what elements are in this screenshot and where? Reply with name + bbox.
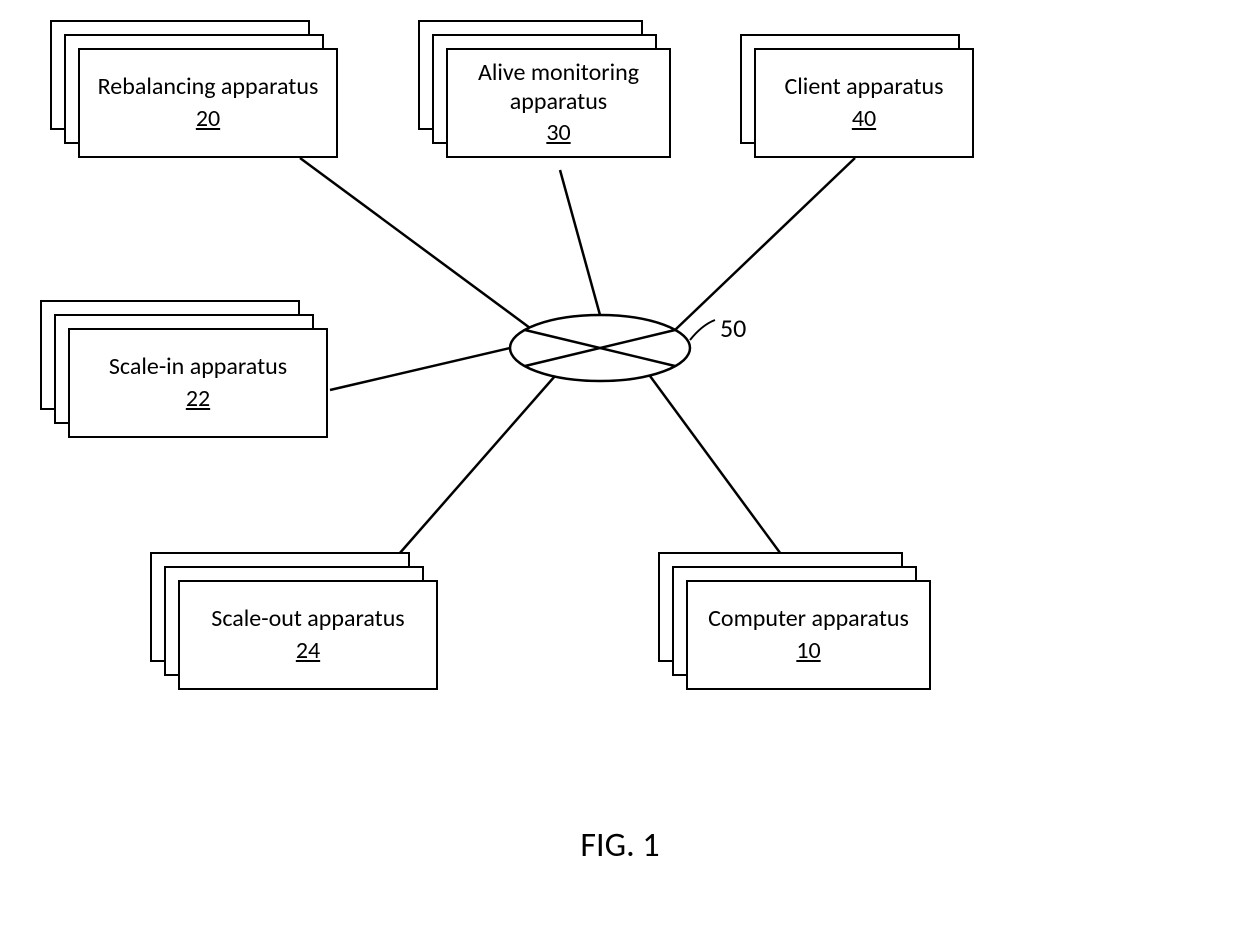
figure-caption: FIG. 1 xyxy=(580,825,659,866)
box-label: Alive monitoring apparatus xyxy=(448,59,669,117)
rebalancing-box: Rebalancing apparatus 20 xyxy=(78,48,338,158)
box-ref: 22 xyxy=(186,384,210,413)
box-label: Scale-out apparatus xyxy=(211,605,404,634)
diagram-container: Rebalancing apparatus 20 Alive monitorin… xyxy=(0,0,1240,926)
client-box: Client apparatus 40 xyxy=(754,48,974,158)
box-label: Rebalancing apparatus xyxy=(98,73,319,102)
computer-box: Computer apparatus 10 xyxy=(686,580,931,690)
box-ref: 10 xyxy=(796,636,820,665)
hub-reference-label: 50 xyxy=(720,312,746,344)
alive-monitoring-box: Alive monitoring apparatus 30 xyxy=(446,48,671,158)
box-ref: 20 xyxy=(196,104,220,133)
box-label: Client apparatus xyxy=(785,73,944,102)
scale-out-box: Scale-out apparatus 24 xyxy=(178,580,438,690)
box-label: Computer apparatus xyxy=(708,605,909,634)
box-label: Scale-in apparatus xyxy=(109,353,287,382)
scale-in-box: Scale-in apparatus 22 xyxy=(68,328,328,438)
box-ref: 30 xyxy=(546,118,570,147)
box-ref: 24 xyxy=(296,636,320,665)
box-ref: 40 xyxy=(852,104,876,133)
